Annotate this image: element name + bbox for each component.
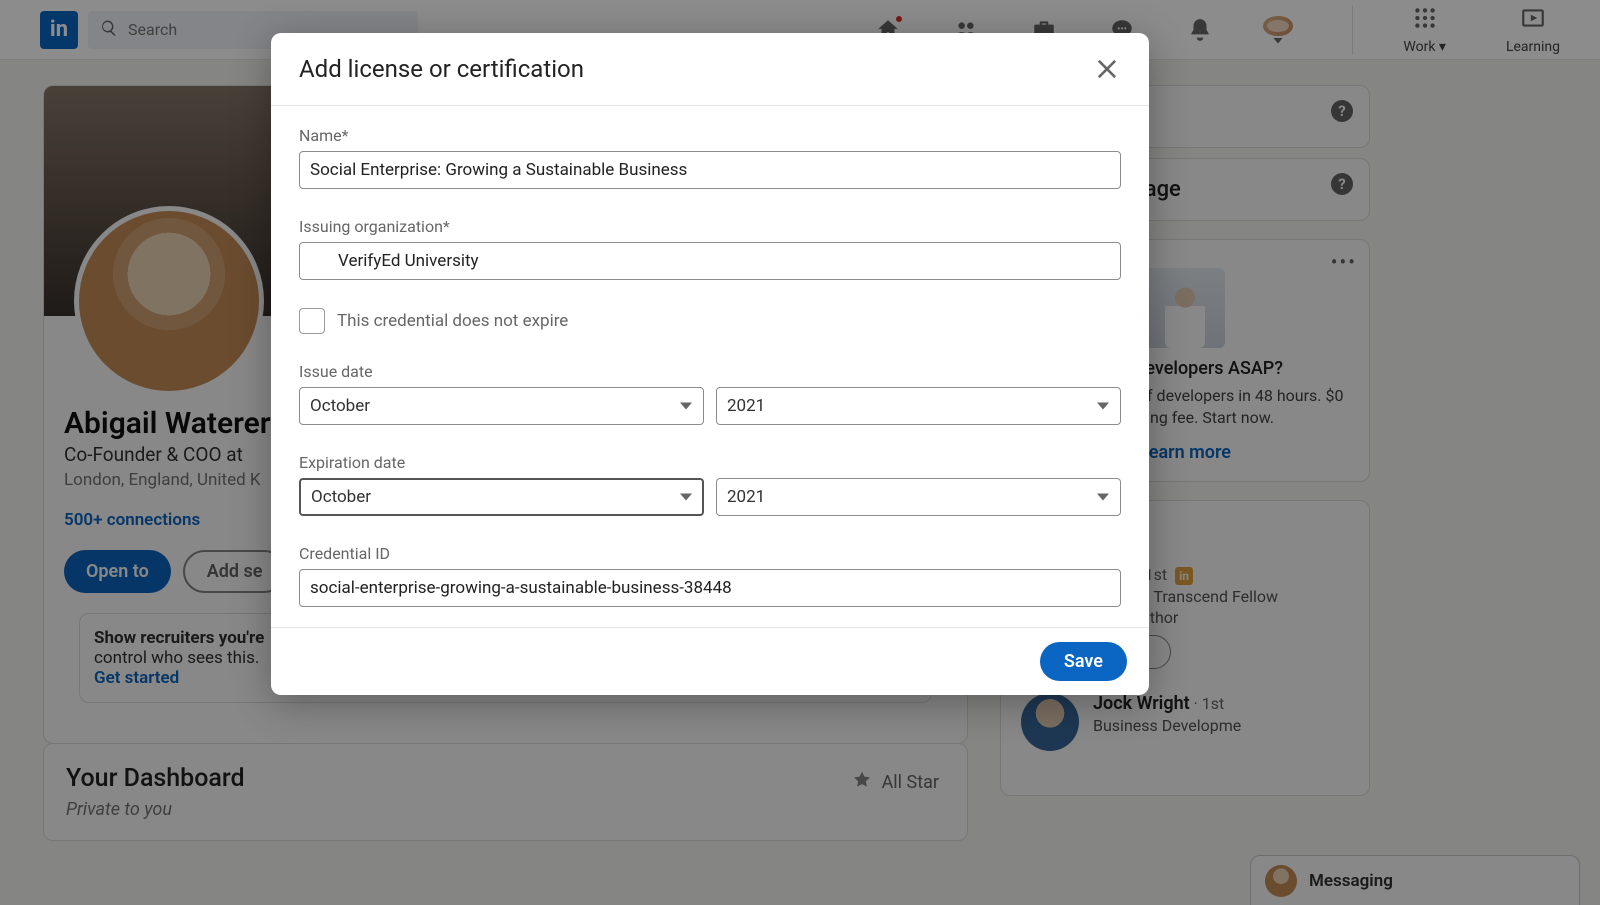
expiration-year-select[interactable]: 2021 [716, 478, 1121, 516]
issuing-org-input[interactable] [299, 242, 1121, 280]
no-expire-checkbox[interactable] [299, 308, 325, 334]
modal-title: Add license or certification [299, 55, 584, 83]
chevron-down-icon [1097, 403, 1109, 410]
add-certification-modal: Add license or certification Name* Issui… [271, 33, 1149, 695]
chevron-down-icon [1097, 494, 1109, 501]
name-label: Name* [299, 126, 1121, 145]
expiration-month-select[interactable]: October [299, 478, 704, 516]
name-input[interactable] [299, 151, 1121, 189]
close-button[interactable] [1093, 55, 1121, 83]
close-icon [1093, 68, 1121, 87]
issue-month-select[interactable]: October [299, 387, 704, 425]
chevron-down-icon [680, 494, 692, 501]
expiration-date-label: Expiration date [299, 453, 1121, 472]
issue-date-label: Issue date [299, 362, 1121, 381]
save-button[interactable]: Save [1040, 642, 1127, 681]
issuing-org-label: Issuing organization* [299, 217, 1121, 236]
no-expire-label: This credential does not expire [337, 311, 568, 331]
credential-id-label: Credential ID [299, 544, 1121, 563]
chevron-down-icon [680, 403, 692, 410]
credential-id-input[interactable] [299, 569, 1121, 607]
issue-year-select[interactable]: 2021 [716, 387, 1121, 425]
